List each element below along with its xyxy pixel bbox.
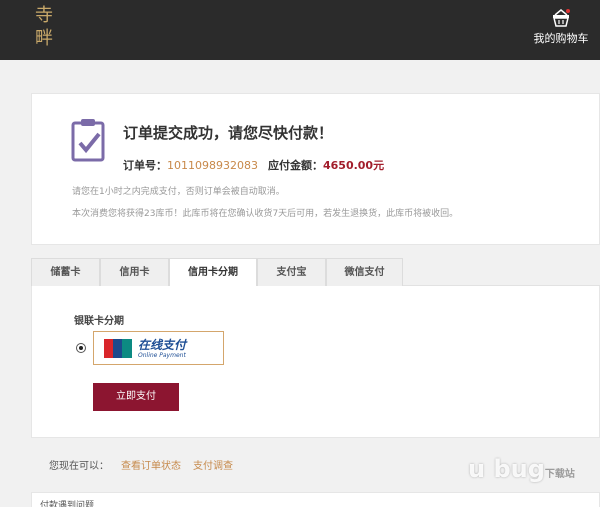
tab-wechat-pay[interactable]: 微信支付 [326,258,403,286]
pay-now-button[interactable]: 立即支付 [93,383,179,411]
order-summary: 订单号：1011098932083 应付金额：4650.00元 [123,157,384,173]
option-title: 在线支付 [138,338,187,352]
tab-credit-installment[interactable]: 信用卡分期 [169,258,257,287]
tab-debit-card[interactable]: 储蓄卡 [31,258,100,286]
order-number-label: 订单号： [123,159,167,172]
watermark-text: u bug [468,455,545,483]
next-actions-prompt: 您现在可以： [49,461,109,472]
cart-button[interactable]: 我的购物车 [532,9,590,53]
unionpay-logo-icon [104,339,132,358]
watermark: u bug下载站 [468,455,575,483]
payment-help-title: 付款遇到问题 [40,501,95,507]
payment-panel: 银联卡分期 在线支付 Online Payment 立即支付 [31,286,600,438]
coin-reward-note: 本次消费您将获得23库币！此库币将在您确认收货7天后可用，若发生退换货，此库币将… [72,209,459,219]
unionpay-radio[interactable] [76,343,86,353]
unionpay-online-option[interactable]: 在线支付 Online Payment [93,331,224,365]
brand-logo[interactable]: 寺畔 [32,4,56,56]
tab-alipay[interactable]: 支付宝 [257,258,326,286]
payment-method-tabs: 储蓄卡 信用卡 信用卡分期 支付宝 微信支付 [31,258,600,287]
cart-label: 我的购物车 [533,32,589,45]
clipboard-check-icon [71,119,105,162]
section-label: 银联卡分期 [74,316,124,327]
next-actions: 您现在可以： 查看订单状态 支付调查 [49,457,233,472]
tab-credit-card[interactable]: 信用卡 [100,258,169,286]
order-number: 1011098932083 [167,159,258,172]
amount-label: 应付金额： [267,159,323,172]
view-order-status-link[interactable]: 查看订单状态 [121,461,181,472]
option-subtitle: Online Payment [138,352,186,359]
order-success-panel: 订单提交成功，请您尽快付款！ 订单号：1011098932083 应付金额：465… [31,93,600,245]
payment-deadline-note: 请您在1小时之内完成支付，否则订单会被自动取消。 [72,187,285,197]
top-bar: 寺畔 我的购物车 [0,0,600,60]
success-title: 订单提交成功，请您尽快付款！ [123,124,334,142]
payment-help-panel: 付款遇到问题 [31,492,600,507]
watermark-sub: 下载站 [544,469,575,480]
payment-survey-link[interactable]: 支付调查 [193,461,233,472]
shopping-basket-icon [553,9,570,27]
amount-value: 4650.00元 [322,159,385,172]
